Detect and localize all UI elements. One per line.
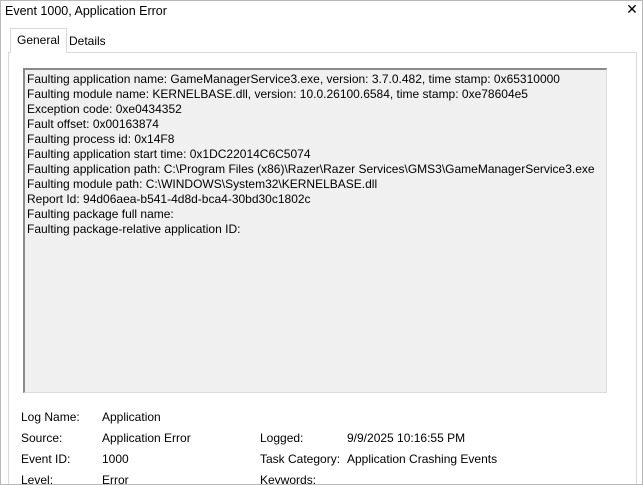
- description-line: Faulting application name: GameManagerSe…: [27, 72, 560, 86]
- source-label: Source:: [21, 431, 63, 445]
- description-line: Faulting process id: 0x14F8: [27, 132, 175, 146]
- tab-strip: General Details: [1, 21, 642, 53]
- title-bar[interactable]: Event 1000, Application Error ✕: [1, 1, 642, 21]
- level-value[interactable]: Error: [102, 473, 129, 484]
- level-label: Level:: [21, 473, 54, 485]
- general-tab-panel: Faulting application name: GameManagerSe…: [8, 52, 638, 485]
- description-line: Faulting package-relative application ID…: [27, 222, 241, 236]
- event-fields: Log Name: Application Source: Applicatio…: [9, 403, 638, 485]
- task-category-label: Task Category:: [260, 452, 341, 466]
- description-line: Faulting module name: KERNELBASE.dll, ve…: [27, 87, 528, 101]
- description-line: Faulting module path: C:\WINDOWS\System3…: [27, 177, 378, 191]
- description-line: Faulting application start time: 0x1DC22…: [27, 147, 311, 161]
- description-line: Fault offset: 0x00163874: [27, 117, 159, 131]
- log-name-label: Log Name:: [21, 410, 80, 424]
- description-line: Faulting package full name:: [27, 207, 174, 221]
- event-properties-window: Event 1000, Application Error ✕ General …: [0, 0, 643, 485]
- event-description-textbox[interactable]: Faulting application name: GameManagerSe…: [23, 68, 607, 393]
- event-id-label: Event ID:: [21, 452, 71, 466]
- tab-details[interactable]: Details: [63, 30, 112, 52]
- keywords-label: Keywords:: [260, 473, 317, 485]
- source-value[interactable]: Application Error: [102, 431, 191, 446]
- logged-label: Logged:: [260, 431, 304, 445]
- tab-general[interactable]: General: [10, 28, 67, 53]
- event-id-value[interactable]: 1000: [102, 452, 129, 467]
- close-icon[interactable]: ✕: [624, 1, 640, 19]
- description-line: Report Id: 94d06aea-b541-4d8d-bca4-30bd3…: [27, 192, 311, 206]
- task-category-value[interactable]: Application Crashing Events: [347, 452, 497, 467]
- logged-value[interactable]: 9/9/2025 10:16:55 PM: [347, 431, 465, 446]
- description-line: Faulting application path: C:\Program Fi…: [27, 162, 595, 176]
- description-line: Exception code: 0xe0434352: [27, 102, 182, 116]
- window-title: Event 1000, Application Error: [5, 4, 167, 18]
- log-name-value[interactable]: Application: [102, 410, 161, 425]
